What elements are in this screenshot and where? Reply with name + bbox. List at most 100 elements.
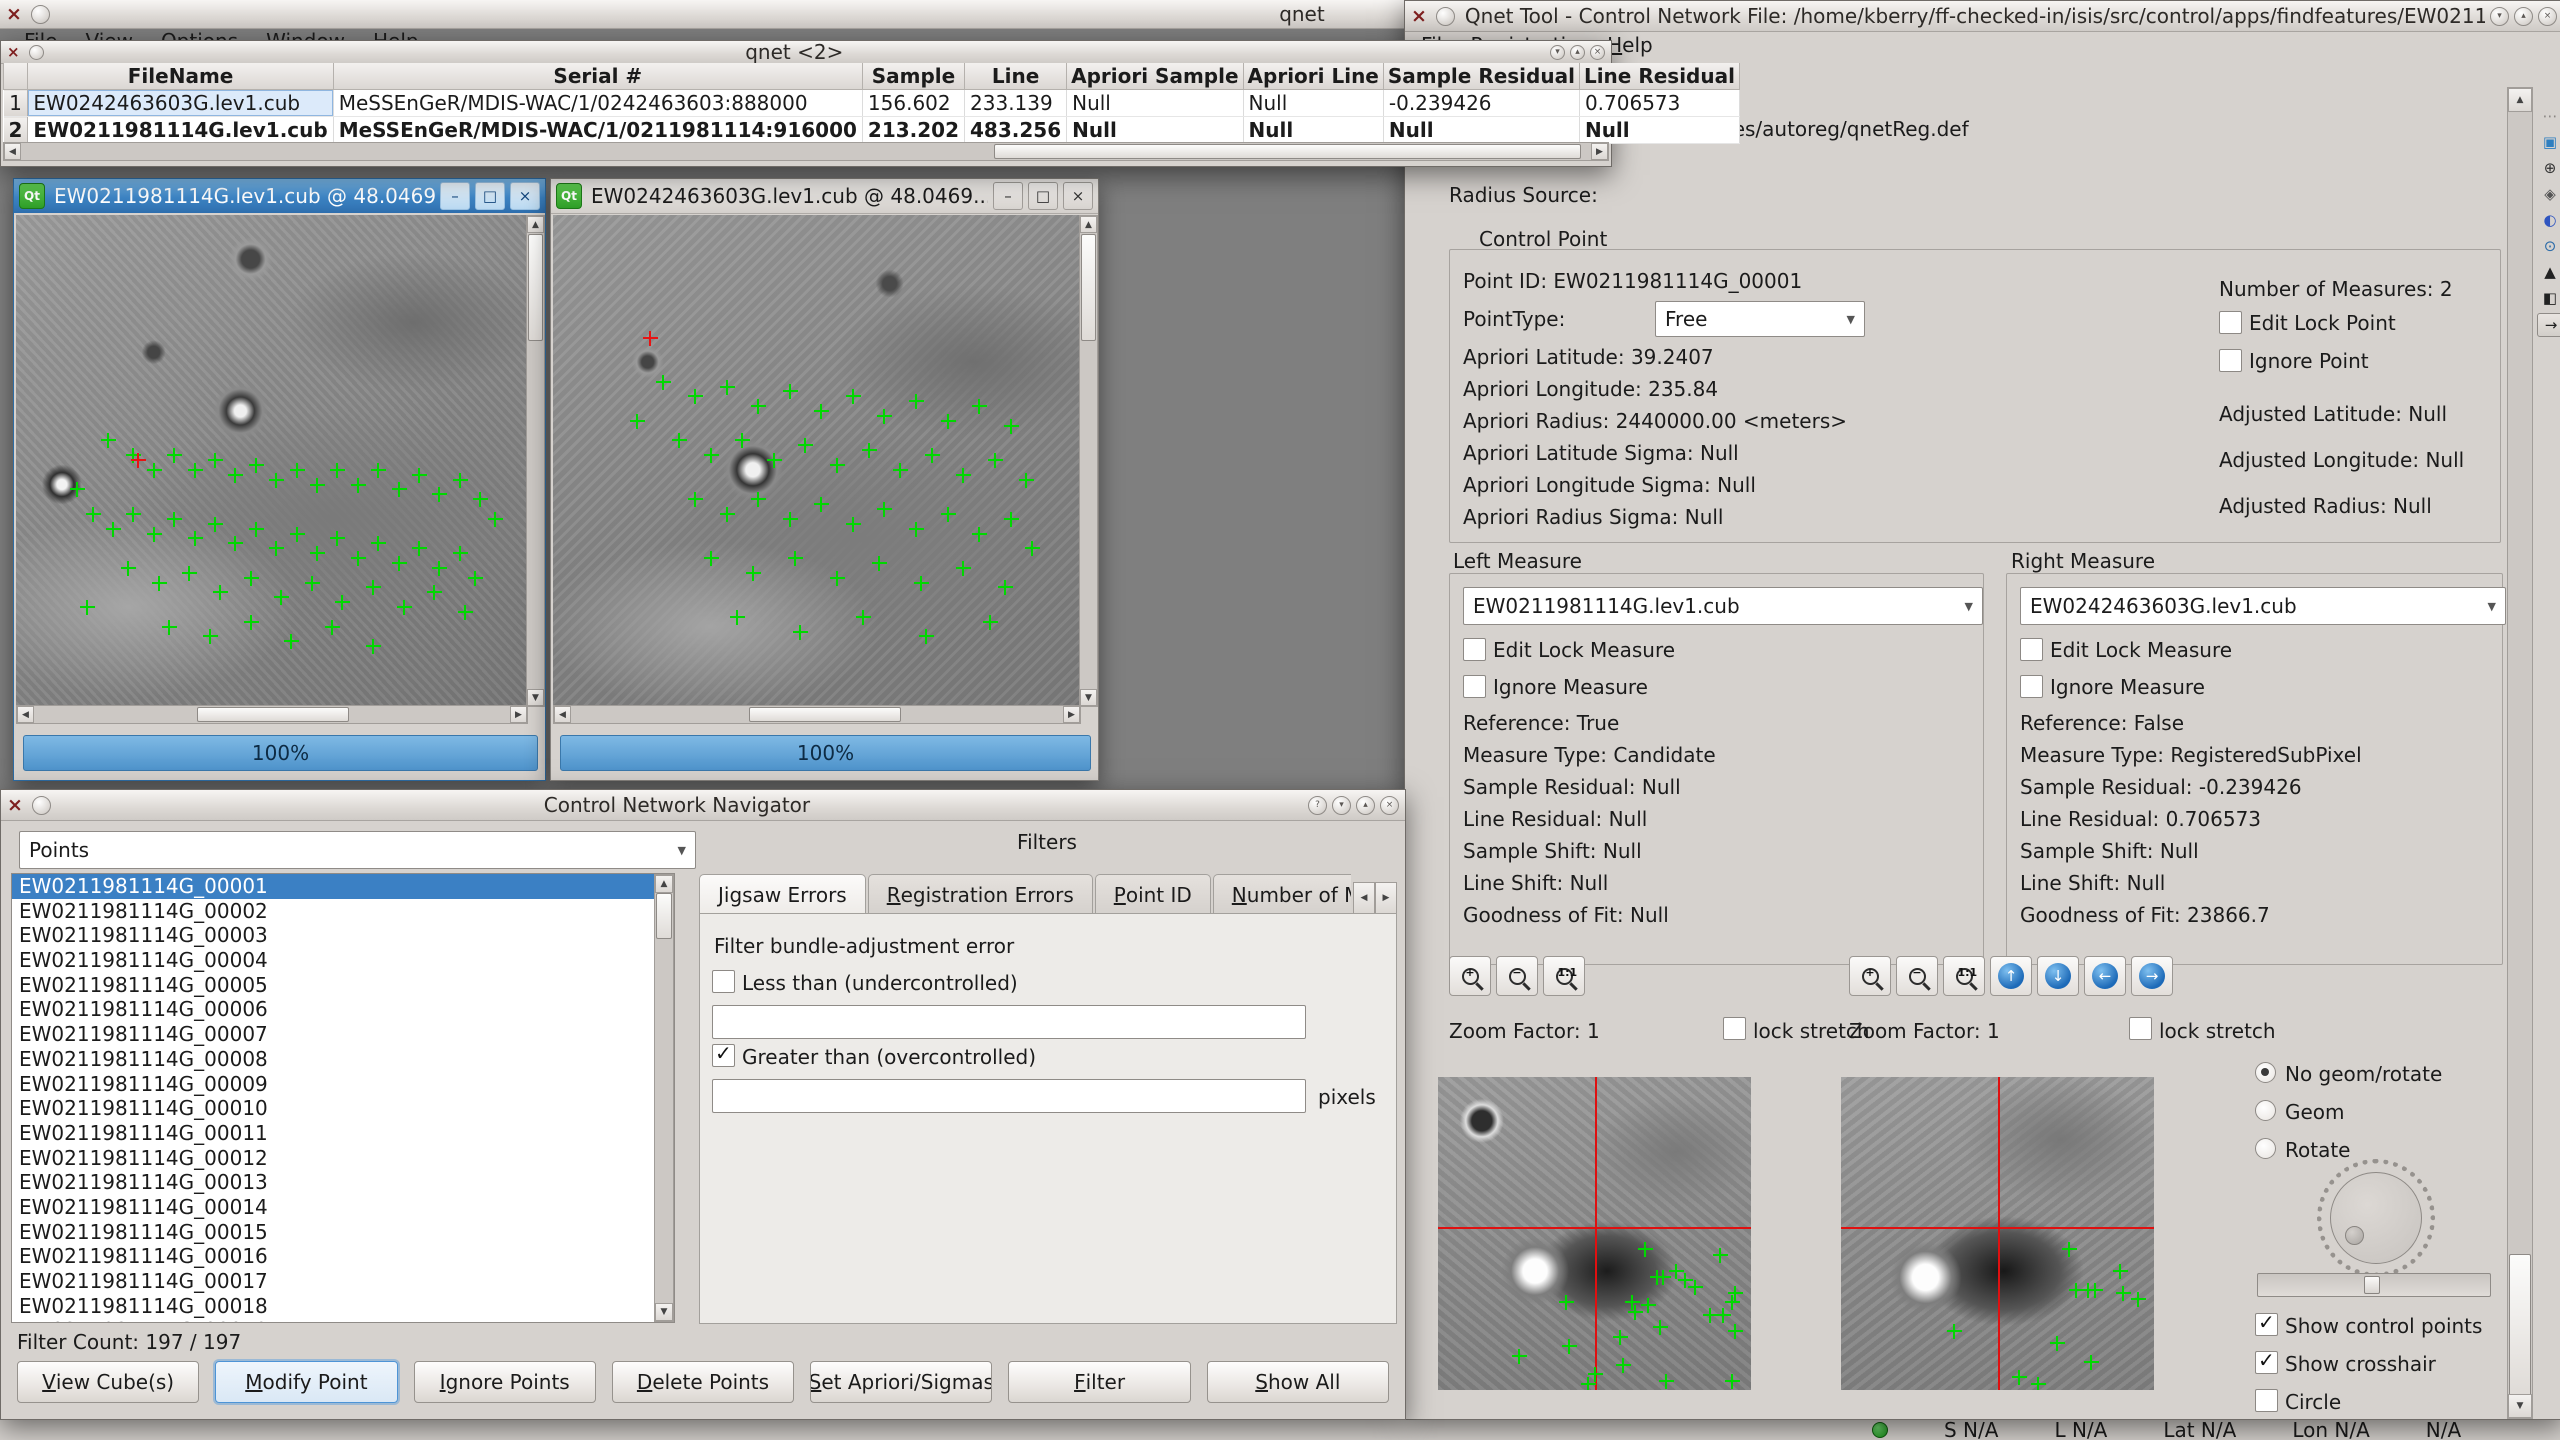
left-cube-select[interactable]: EW0211981114G.lev1.cub ▼ — [1463, 587, 1983, 625]
left-ignore-measure-checkbox[interactable] — [1463, 675, 1486, 698]
cubes-icon[interactable]: ▣ — [2537, 131, 2560, 153]
table-cell[interactable]: Null — [1243, 117, 1383, 144]
table-cell[interactable]: MeSSEnGeR/MDIS-WAC/1/0242463603:888000 — [333, 90, 862, 117]
mode-select[interactable]: Points ▼ — [19, 831, 696, 869]
zoom-out-button[interactable]: − — [1496, 956, 1538, 996]
point-list-item[interactable]: EW0211981114G_00001 — [12, 874, 674, 899]
viewer-right-title-bar[interactable]: Qt EW0242463603G.lev1.cub @ 48.0469... –… — [551, 179, 1098, 214]
scroll-up-icon[interactable]: ▲ — [2508, 88, 2532, 112]
table-cell[interactable]: Null — [1243, 90, 1383, 117]
point-list-item[interactable]: EW0211981114G_00017 — [12, 1269, 674, 1294]
rotation-dial[interactable] — [2317, 1159, 2435, 1277]
row-number[interactable]: 2 — [4, 117, 28, 144]
table-cell[interactable]: EW0211981114G.lev1.cub — [28, 117, 333, 144]
right-ignore-measure-checkbox[interactable] — [2020, 675, 2043, 698]
table-cell[interactable]: 213.202 — [862, 117, 964, 144]
scroll-left-icon[interactable]: ◀ — [17, 706, 34, 723]
right-edit-lock-measure-checkbox[interactable] — [2020, 638, 2043, 661]
point-list-item[interactable]: EW0211981114G_00003 — [12, 923, 674, 948]
slider-thumb[interactable] — [2364, 1276, 2380, 1294]
scroll-down-icon[interactable]: ▼ — [527, 689, 544, 706]
scroll-left-icon[interactable]: ◀ — [554, 706, 571, 723]
tab-number-of-mea[interactable]: Number of Mea — [1213, 874, 1351, 914]
point-list-item[interactable]: EW0211981114G_00014 — [12, 1195, 674, 1220]
column-header[interactable]: Serial # — [333, 63, 862, 90]
point-list-item[interactable]: EW0211981114G_00007 — [12, 1022, 674, 1047]
column-header[interactable]: Line Residual — [1579, 63, 1739, 90]
viewer-right-image[interactable] — [553, 215, 1079, 705]
scroll-right-icon[interactable]: ▶ — [1063, 706, 1080, 723]
right-cube-select[interactable]: EW0242463603G.lev1.cub ▼ — [2020, 587, 2506, 625]
table-cell[interactable]: EW0242463603G.lev1.cub — [28, 90, 333, 117]
hscroll-thumb[interactable] — [197, 707, 349, 722]
stats-tool-icon[interactable]: ▲ — [2537, 261, 2560, 283]
button-view-cube-s-[interactable]: View Cube(s) — [17, 1361, 199, 1403]
left-measure-chip[interactable] — [1438, 1077, 1751, 1390]
point-list-item[interactable]: EW0211981114G_00005 — [12, 973, 674, 998]
show-control-points-checkbox[interactable] — [2255, 1313, 2278, 1336]
table-cell[interactable]: 156.602 — [862, 90, 964, 117]
window-menu-button[interactable] — [1436, 7, 1455, 26]
point-list-item[interactable]: EW0211981114G_00008 — [12, 1047, 674, 1072]
table-cell[interactable]: Null — [1067, 90, 1243, 117]
drag-handle-icon[interactable]: ⋯ — [2537, 105, 2560, 127]
close-icon[interactable]: × — [510, 182, 540, 210]
point-list-item[interactable]: EW0211981114G_00016 — [12, 1244, 674, 1269]
scroll-right-icon[interactable]: ▶ — [1591, 143, 1608, 160]
button-set-apriori-sigmas[interactable]: Set Apriori/Sigmas — [810, 1361, 992, 1403]
point-list-item[interactable]: EW0211981114G_00012 — [12, 1146, 674, 1171]
qnet-tool-title-bar[interactable]: × Qnet Tool - Control Network File: /hom… — [1405, 1, 2560, 32]
tab-scroll-right-icon[interactable]: ▶ — [1375, 882, 1397, 914]
table-hscrollbar[interactable]: ◀ ▶ — [3, 142, 1609, 161]
zoom-tool-icon[interactable]: ⊕ — [2537, 157, 2560, 179]
button-filter[interactable]: Filter — [1008, 1361, 1190, 1403]
table-cell[interactable]: Null — [1383, 117, 1579, 144]
blink-tool-icon[interactable]: ◧ — [2537, 287, 2560, 309]
pan-tool-icon[interactable]: ◈ — [2537, 183, 2560, 205]
point-list-item[interactable]: EW0211981114G_00002 — [12, 899, 674, 924]
right-measure-chip[interactable] — [1841, 1077, 2154, 1390]
viewer-left-title-bar[interactable]: Qt EW0211981114G.lev1.cub @ 48.0469... –… — [14, 179, 545, 213]
column-header[interactable]: Apriori Sample — [1067, 63, 1243, 90]
rotation-slider[interactable] — [2257, 1273, 2491, 1297]
maximize-icon[interactable]: □ — [475, 182, 505, 210]
minimize-icon[interactable]: – — [440, 182, 470, 210]
tab-scroll-left-icon[interactable]: ◀ — [1353, 882, 1375, 914]
vscroll-thumb[interactable] — [2509, 1254, 2531, 1396]
row-number[interactable]: 1 — [4, 90, 28, 117]
right-lock-stretch-checkbox[interactable] — [2129, 1017, 2152, 1040]
close-icon[interactable]: × — [1380, 796, 1399, 815]
help-icon[interactable]: ? — [1308, 796, 1327, 815]
no-geom-rotate-radio[interactable] — [2255, 1062, 2276, 1083]
button-delete-points[interactable]: Delete Points — [612, 1361, 794, 1403]
button-show-all[interactable]: Show All — [1207, 1361, 1389, 1403]
ignore-point-checkbox[interactable] — [2219, 349, 2242, 372]
table-cell[interactable]: -0.239426 — [1383, 90, 1579, 117]
greater-than-input[interactable] — [712, 1079, 1306, 1113]
point-list-item[interactable]: EW0211981114G_00018 — [12, 1294, 674, 1319]
dial-knob[interactable] — [2345, 1226, 2364, 1245]
table-cell[interactable]: Null — [1067, 117, 1243, 144]
scroll-up-icon[interactable]: ▲ — [527, 216, 544, 233]
hscroll-thumb[interactable] — [994, 144, 1581, 159]
maximize-icon[interactable]: ▴ — [1570, 45, 1585, 60]
points-list[interactable]: EW0211981114G_00001EW0211981114G_00002EW… — [11, 873, 675, 1323]
left-lock-stretch-checkbox[interactable] — [1723, 1017, 1746, 1040]
vscroll-thumb[interactable] — [656, 893, 672, 939]
viewer-right-zoom-button[interactable]: 100% — [560, 735, 1091, 771]
left-edit-lock-measure-checkbox[interactable] — [1463, 638, 1486, 661]
less-than-input[interactable] — [712, 1005, 1306, 1039]
move-down-button[interactable]: ↓ — [2037, 956, 2079, 996]
find-tool-icon[interactable]: ⊙ — [2537, 235, 2560, 257]
viewer-right-vscrollbar[interactable]: ▲ ▼ — [1079, 215, 1098, 707]
less-than-checkbox[interactable] — [712, 970, 735, 993]
menu-help[interactable]: Help — [1607, 33, 1653, 57]
viewer-left-zoom-button[interactable]: 100% — [23, 735, 538, 771]
table-cell[interactable]: MeSSEnGeR/MDIS-WAC/1/0211981114:916000 — [333, 117, 862, 144]
column-header[interactable]: Line — [965, 63, 1067, 90]
close-icon[interactable]: × — [1590, 45, 1605, 60]
table-cell[interactable]: 0.706573 — [1579, 90, 1739, 117]
table-cell[interactable]: Null — [1579, 117, 1739, 144]
scroll-up-icon[interactable]: ▲ — [655, 875, 673, 893]
zoom-1to1-button[interactable]: 1:1 — [1943, 956, 1985, 996]
